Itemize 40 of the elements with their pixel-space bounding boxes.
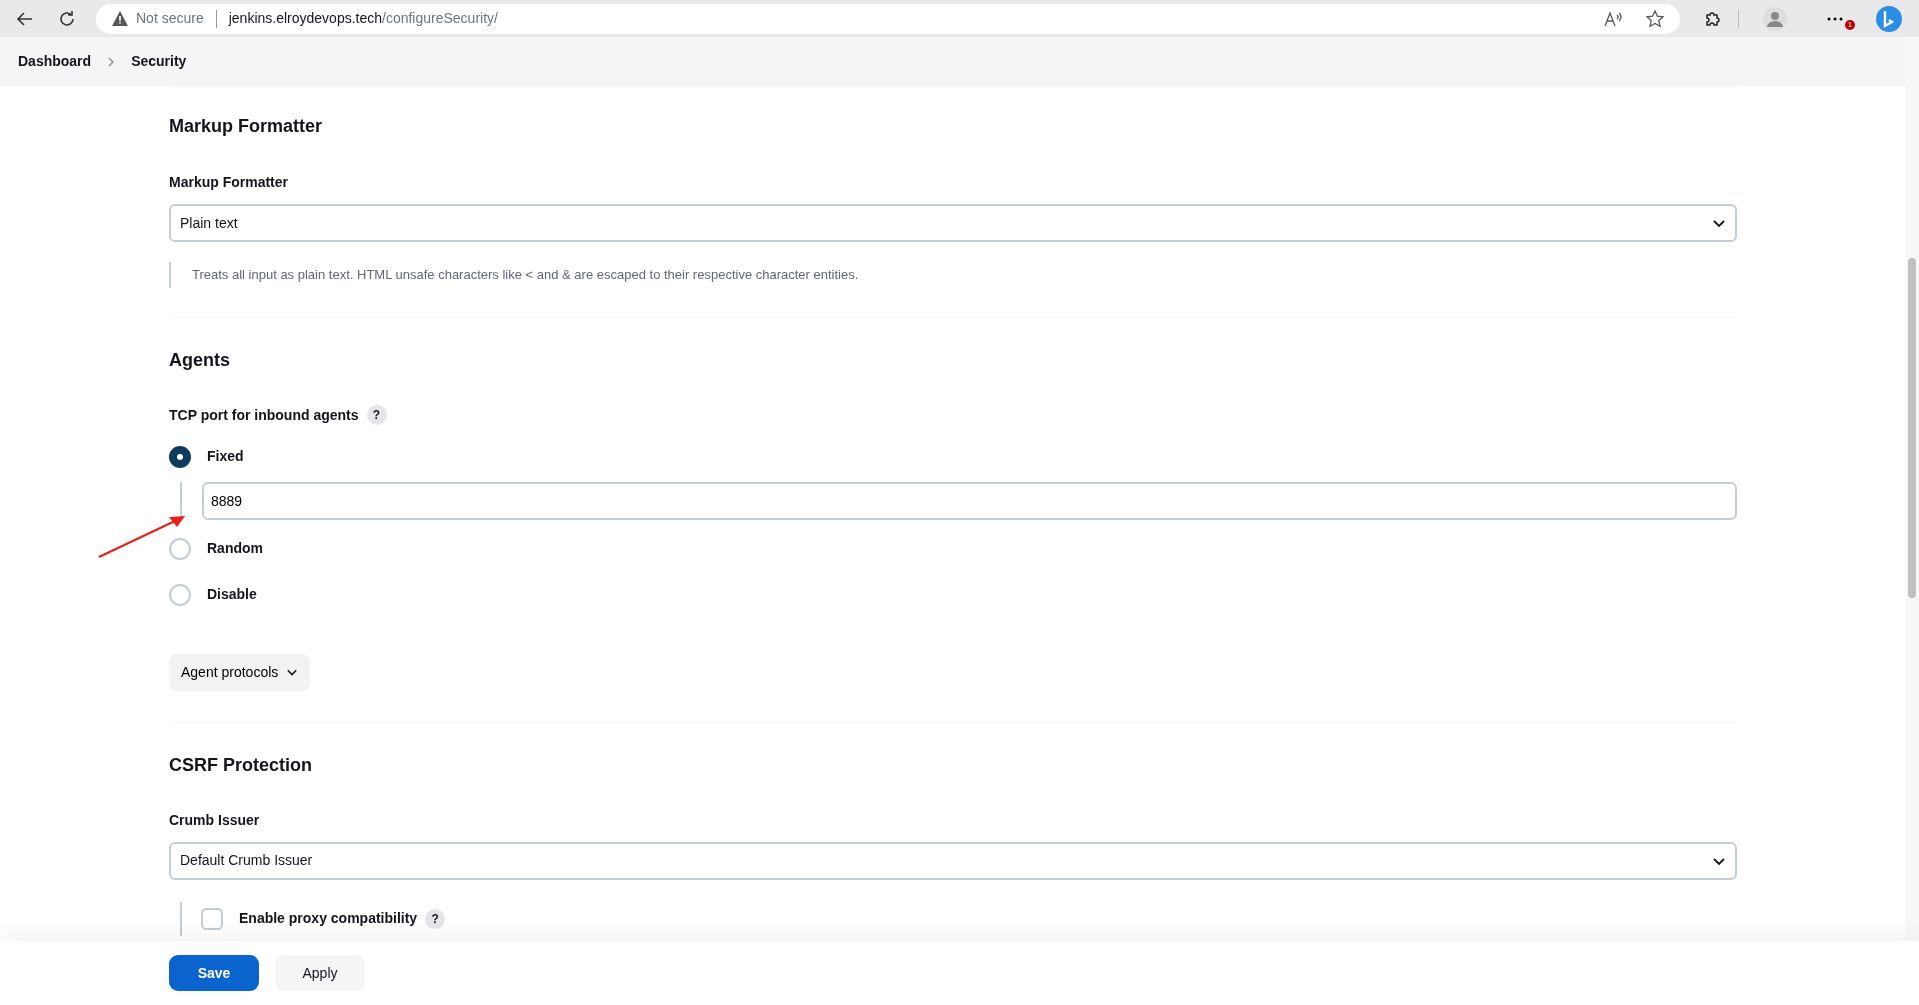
select-dropdown[interactable]: Plain text: [169, 204, 1737, 242]
url-text: jenkins.elroydevops.tech/configureSecurity/: [228, 9, 498, 28]
save-button[interactable]: Save: [169, 955, 259, 991]
section-heading: Agents: [169, 348, 231, 372]
agent-protocols-button[interactable]: Agent protocols: [169, 653, 311, 691]
star-icon[interactable]: [1646, 9, 1664, 28]
address-bar[interactable]: Not secure jenkins.elroydevops.tech/configureSecurity/: [96, 3, 1680, 34]
section-heading: CSRF Protection: [169, 753, 313, 777]
breadcrumb-link[interactable]: Dashboard: [18, 51, 92, 72]
puzzle-icon[interactable]: [1704, 9, 1722, 28]
help-icon[interactable]: ?: [425, 908, 446, 929]
radio-label: Random: [207, 539, 263, 558]
field-label: Crumb Issuer: [169, 810, 261, 830]
warning-icon: [112, 11, 128, 26]
port-input-field[interactable]: 8889: [202, 481, 1737, 520]
read-aloud-icon[interactable]: [1604, 10, 1622, 27]
select-dropdown[interactable]: Default Crumb Issuer: [169, 841, 1737, 880]
copilot-icon[interactable]: [1875, 4, 1903, 33]
radio-option[interactable]: Disable: [169, 571, 1737, 618]
scrollbar-thumb[interactable]: [1908, 258, 1916, 598]
field-label: TCP port for inbound agents: [169, 405, 359, 425]
security-label: Not secure: [136, 9, 204, 28]
radio-label: Disable: [207, 585, 257, 604]
radio-button[interactable]: [169, 445, 191, 468]
breadcrumb-link[interactable]: Security: [131, 51, 187, 72]
profile-avatar-icon[interactable]: [1763, 6, 1787, 31]
checkbox-label: Enable proxy compatibility: [239, 909, 418, 928]
radio-option[interactable]: Fixed: [169, 437, 1737, 476]
section-heading: Markup Formatter: [169, 115, 324, 138]
checkbox[interactable]: [201, 907, 223, 930]
back-icon[interactable]: [16, 9, 34, 28]
radio-label: Fixed: [207, 447, 244, 466]
field-label: Markup Formatter: [169, 173, 290, 192]
help-icon[interactable]: ?: [366, 405, 387, 425]
more-menu-icon[interactable]: [1827, 15, 1843, 22]
apply-button[interactable]: Apply: [275, 955, 365, 991]
help-text: Treats all input as plain text. HTML unsafe characters like < and & are escaped to their respective character entities.: [169, 262, 1737, 288]
radio-option[interactable]: Random: [169, 525, 1737, 572]
reload-icon[interactable]: [58, 9, 76, 28]
chevron-right-icon: [107, 56, 116, 67]
